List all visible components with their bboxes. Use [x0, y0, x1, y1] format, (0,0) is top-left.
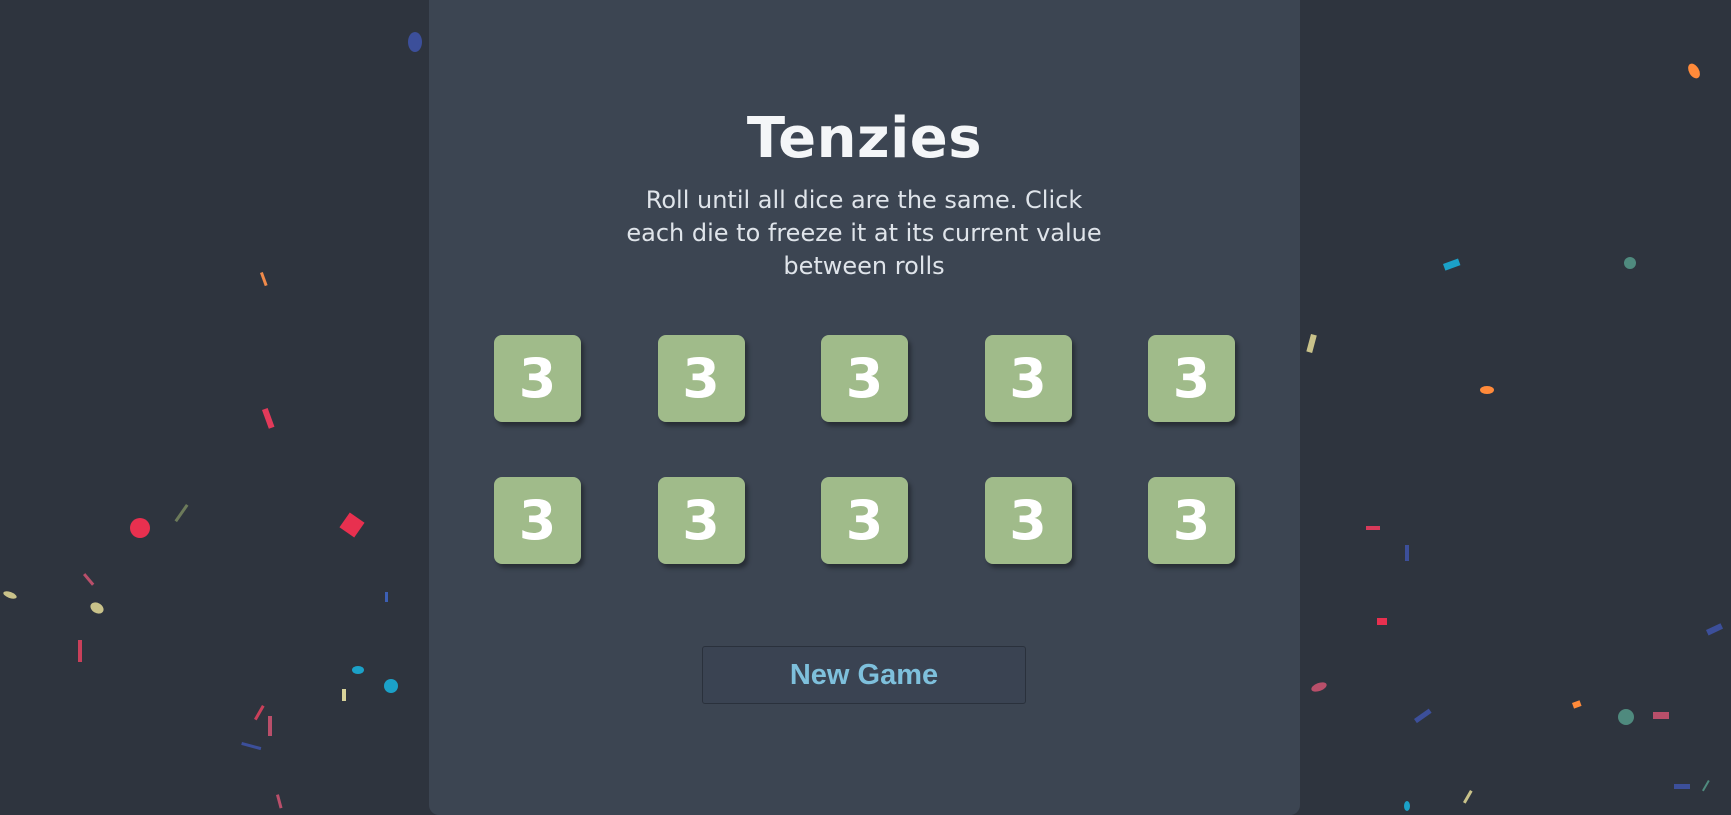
confetti-piece	[174, 504, 189, 523]
confetti-piece	[254, 705, 265, 721]
die-4[interactable]: 3	[984, 335, 1072, 422]
confetti-piece	[261, 407, 275, 429]
game-screen: Tenzies Roll until all dice are the same…	[0, 0, 1731, 815]
confetti-piece	[339, 512, 365, 538]
confetti-piece	[1688, 63, 1700, 79]
confetti-piece	[1414, 708, 1432, 724]
die-7[interactable]: 3	[657, 477, 745, 564]
game-title: Tenzies	[746, 106, 983, 171]
confetti-piece	[1306, 334, 1317, 353]
confetti-piece	[83, 573, 95, 586]
game-panel: Tenzies Roll until all dice are the same…	[429, 0, 1300, 815]
die-6[interactable]: 3	[494, 477, 581, 564]
confetti-piece	[3, 591, 17, 599]
confetti-piece	[1366, 526, 1380, 530]
confetti-piece	[1405, 545, 1409, 561]
confetti-piece	[352, 666, 364, 674]
confetti-piece	[384, 679, 398, 693]
die-8[interactable]: 3	[821, 477, 908, 564]
confetti-piece	[342, 689, 346, 701]
confetti-piece	[276, 794, 283, 809]
new-game-button[interactable]: New Game	[702, 646, 1026, 704]
confetti-piece	[408, 32, 422, 52]
confetti-piece	[1674, 784, 1690, 789]
confetti-piece	[268, 716, 272, 736]
confetti-piece	[1443, 258, 1461, 271]
confetti-piece	[1618, 709, 1634, 725]
die-1[interactable]: 3	[494, 335, 581, 422]
instructions-text: Roll until all dice are the same. Click …	[626, 186, 1102, 280]
confetti-piece	[1311, 682, 1327, 692]
confetti-piece	[130, 518, 150, 538]
confetti-piece	[90, 602, 104, 614]
confetti-piece	[1572, 700, 1582, 709]
confetti-piece	[1653, 712, 1669, 719]
die-9[interactable]: 3	[984, 477, 1072, 564]
confetti-piece	[1705, 623, 1724, 636]
confetti-piece	[241, 742, 262, 751]
confetti-piece	[1404, 801, 1410, 811]
die-10[interactable]: 3	[1148, 477, 1235, 564]
confetti-piece	[1463, 790, 1473, 804]
confetti-piece	[260, 271, 268, 287]
confetti-piece	[1624, 257, 1636, 269]
confetti-piece	[1377, 618, 1387, 625]
dice-grid: 3 3 3 3 3 3 3 3 3 3	[494, 335, 1240, 564]
confetti-piece	[78, 640, 82, 662]
die-3[interactable]: 3	[821, 335, 908, 422]
confetti-piece	[1701, 780, 1710, 792]
confetti-piece	[385, 592, 388, 602]
confetti-piece	[1480, 386, 1494, 394]
die-5[interactable]: 3	[1148, 335, 1235, 422]
die-2[interactable]: 3	[657, 335, 745, 422]
